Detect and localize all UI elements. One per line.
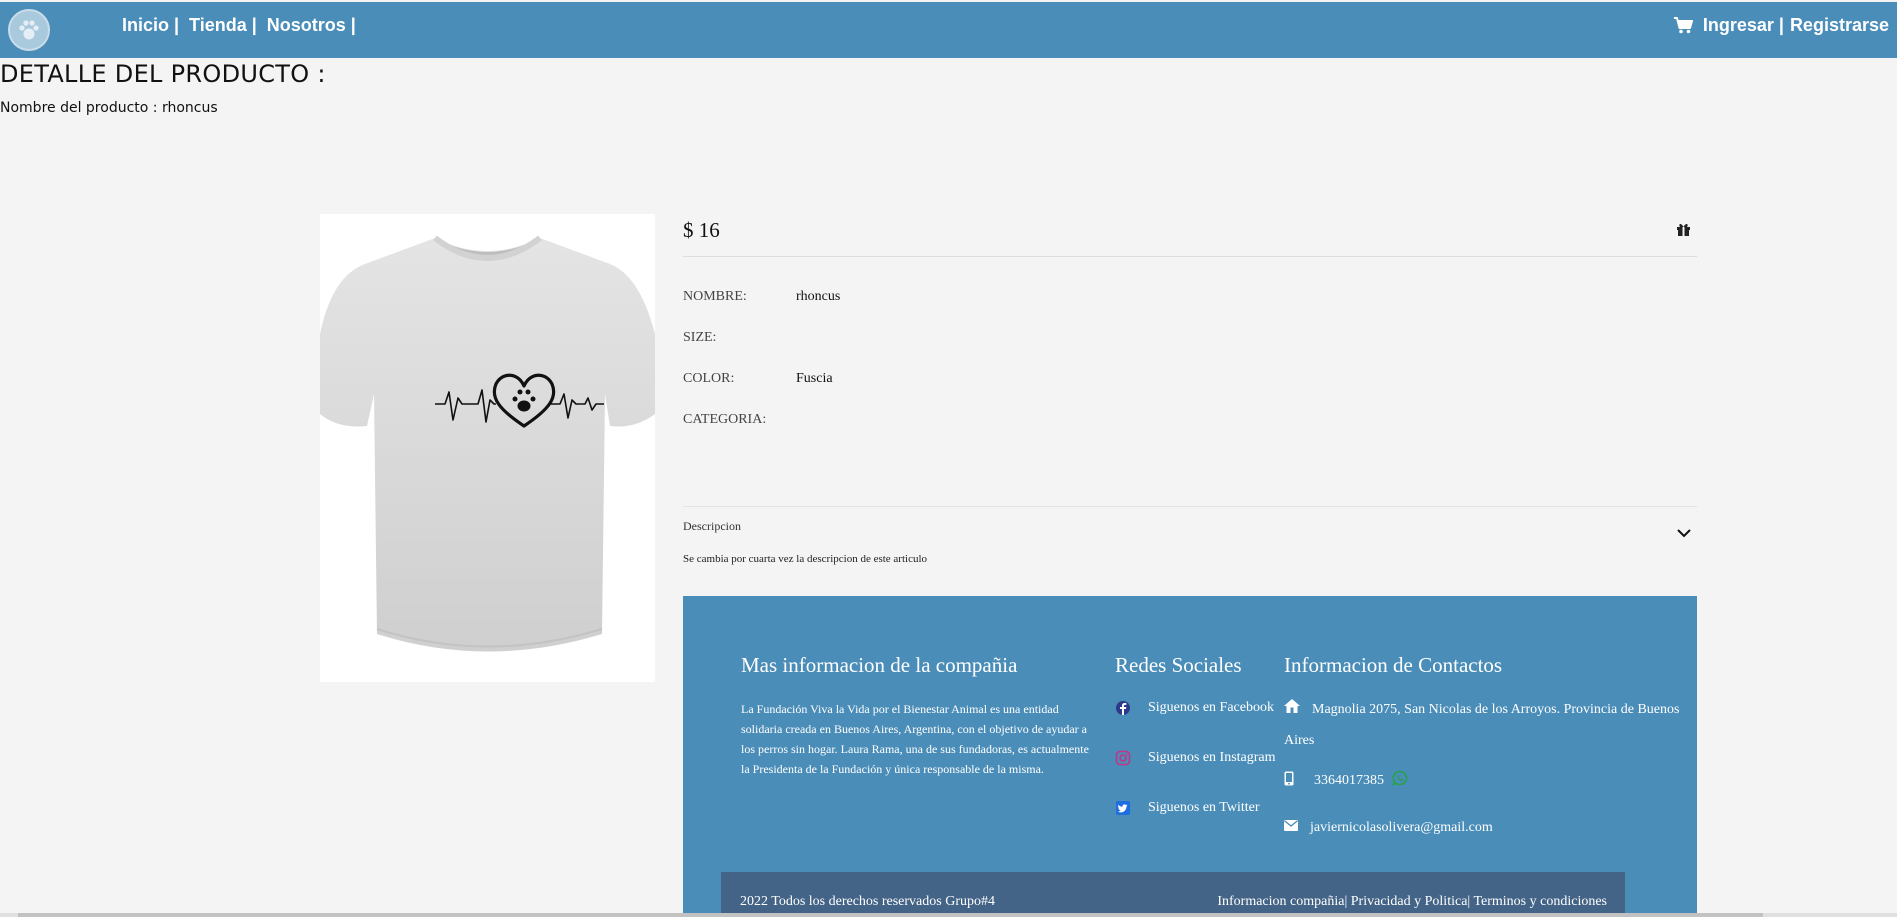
contact-address: Magnolia 2075, San Nicolas de los Arroyo… <box>1284 694 1684 756</box>
home-icon <box>1284 694 1300 725</box>
contact-email: javiernicolasolivera@gmail.com <box>1284 820 1493 836</box>
spec-label: NOMBRE: <box>683 289 747 304</box>
description-toggle[interactable]: Descripcion <box>683 506 1697 547</box>
phone-icon <box>1284 771 1294 791</box>
nav-link-inicio[interactable]: Inicio | <box>122 15 179 36</box>
product-name-line: Nombre del producto : rhoncus <box>0 100 218 116</box>
horizontal-scrollbar[interactable] <box>0 913 1897 917</box>
legal-links[interactable]: Informacion compañia| Privacidad y Polit… <box>1217 894 1607 910</box>
spec-label: COLOR: <box>683 371 735 386</box>
footer-about-text: La Fundación Viva la Vida por el Bienest… <box>741 702 1089 776</box>
cart-icon[interactable] <box>1673 17 1693 34</box>
footer-bottom-bar: 2022 Todos los derechos reservados Grupo… <box>721 872 1625 917</box>
page-title: DETALLE DEL PRODUCTO : <box>0 60 326 88</box>
contact-address-text: Magnolia 2075, San Nicolas de los Arroyo… <box>1284 702 1680 749</box>
facebook-icon <box>1115 700 1131 716</box>
envelope-icon <box>1284 820 1298 836</box>
spec-value: rhoncus <box>796 289 841 304</box>
nav-account: Ingresar | Registrarse <box>1673 15 1889 36</box>
product-price: $ 16 <box>683 218 720 242</box>
footer-contact-title: Informacion de Contactos <box>1284 653 1503 677</box>
top-navbar: Inicio | Tienda | Nosotros | Ingresar | … <box>0 2 1897 58</box>
social-twitter-label: Siguenos en Twitter <box>1148 800 1260 815</box>
instagram-icon <box>1115 750 1131 766</box>
whatsapp-icon[interactable] <box>1392 770 1408 791</box>
spec-label: SIZE: <box>683 330 717 345</box>
price-row: $ 16 <box>683 216 1697 257</box>
social-facebook-label: Siguenos en Facebook <box>1148 700 1274 715</box>
nav-link-tienda[interactable]: Tienda | <box>189 15 257 36</box>
social-twitter-link[interactable]: Siguenos en Twitter <box>1115 800 1260 816</box>
footer: Mas informacion de la compañia La Fundac… <box>683 596 1697 917</box>
twitter-icon <box>1115 800 1131 816</box>
footer-social-title: Redes Sociales <box>1115 653 1242 677</box>
login-link[interactable]: Ingresar | <box>1703 15 1784 36</box>
contact-email-text[interactable]: javiernicolasolivera@gmail.com <box>1310 820 1493 836</box>
social-instagram-link[interactable]: Siguenos en Instagram <box>1115 750 1276 766</box>
contact-phone-text: 3364017385 <box>1314 772 1384 788</box>
social-instagram-label: Siguenos en Instagram <box>1148 750 1276 765</box>
copyright-text: 2022 Todos los derechos reservados Grupo… <box>740 894 995 909</box>
gift-icon[interactable] <box>1676 222 1691 241</box>
register-link[interactable]: Registrarse <box>1790 15 1889 36</box>
spec-label: CATEGORIA: <box>683 412 767 427</box>
description-title: Descripcion <box>683 519 741 533</box>
description-text: Se cambia por cuarta vez la descripcion … <box>683 553 928 565</box>
nav-links: Inicio | Tienda | Nosotros | <box>122 15 366 36</box>
social-facebook-link[interactable]: Siguenos en Facebook <box>1115 700 1274 716</box>
chevron-down-icon[interactable] <box>1677 523 1691 542</box>
spec-value: Fuscia <box>796 371 833 386</box>
product-image <box>320 214 655 682</box>
contact-phone: 3364017385 <box>1284 770 1408 791</box>
nav-link-nosotros[interactable]: Nosotros | <box>267 15 356 36</box>
paw-logo-icon[interactable] <box>8 9 50 51</box>
footer-about-title: Mas informacion de la compañia <box>741 653 1018 677</box>
scrollbar-thumb[interactable] <box>18 913 1763 917</box>
